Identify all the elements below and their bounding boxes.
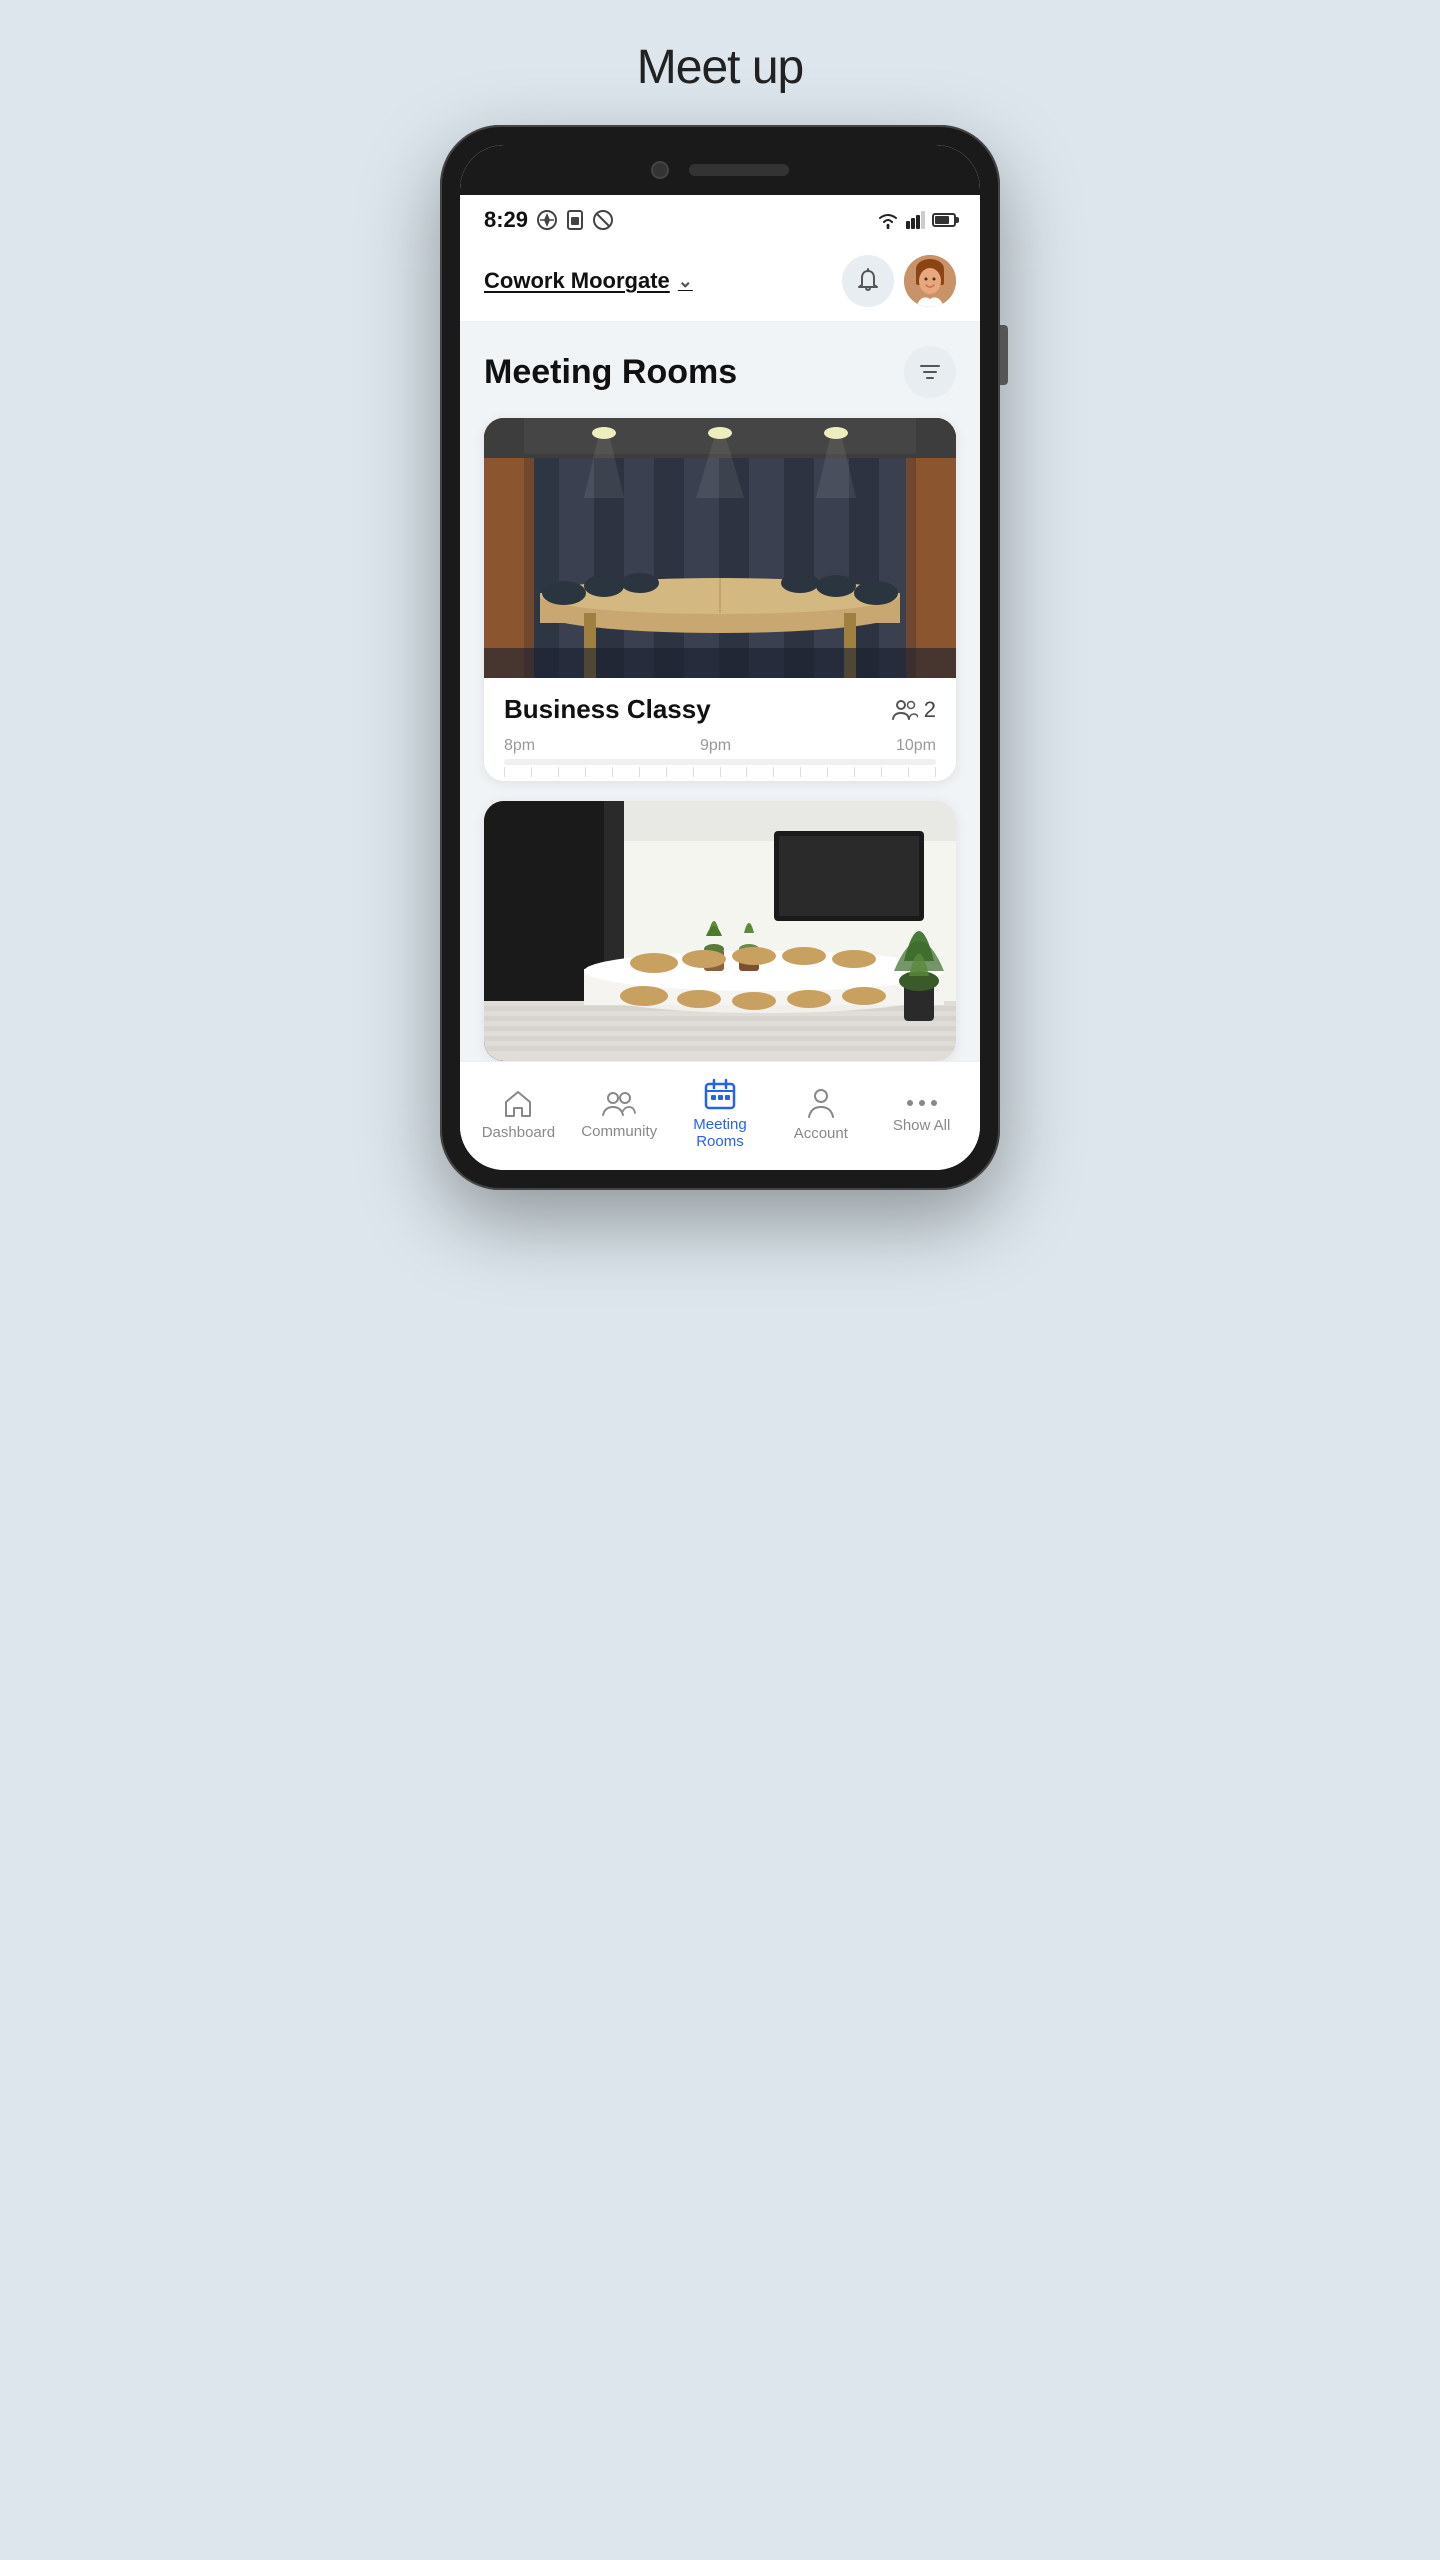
room-name-row-1: Business Classy 2 — [504, 694, 936, 725]
time-label-10pm: 10pm — [896, 737, 936, 755]
people-icon-1 — [892, 699, 918, 721]
filter-icon — [918, 360, 942, 384]
person-icon — [807, 1087, 835, 1119]
battery-icon — [932, 213, 956, 227]
chevron-down-icon: ⌄ — [678, 271, 693, 292]
phone-screen: 8:29 — [460, 145, 980, 1170]
filter-button[interactable] — [904, 346, 956, 398]
timeline-labels-1: 8pm 9pm 10pm — [504, 737, 936, 755]
app-header: Cowork Moorgate ⌄ — [460, 241, 980, 322]
signal-icon — [906, 211, 926, 229]
room-svg-2 — [484, 801, 956, 1061]
nav-item-community[interactable]: Community — [569, 1089, 670, 1140]
phone-frame: 8:29 — [440, 125, 1000, 1190]
meeting-rooms-label: MeetingRooms — [693, 1116, 746, 1150]
status-time: 8:29 — [484, 207, 528, 233]
room-card-2[interactable] — [484, 801, 956, 1061]
content-area: Meeting Rooms — [460, 322, 980, 1061]
room-svg-1 — [484, 418, 956, 678]
account-label: Account — [794, 1125, 848, 1142]
section-title: Meeting Rooms — [484, 353, 737, 392]
nav-item-meeting-rooms[interactable]: MeetingRooms — [670, 1078, 771, 1150]
time-label-8pm: 8pm — [504, 737, 535, 755]
room-image-1 — [484, 418, 956, 678]
avatar-image — [904, 255, 956, 307]
nav-item-dashboard[interactable]: Dashboard — [468, 1088, 569, 1141]
calendar-icon — [704, 1078, 736, 1110]
camera — [651, 161, 669, 179]
sim-icon — [566, 209, 584, 231]
section-header: Meeting Rooms — [484, 346, 956, 398]
home-icon — [502, 1088, 534, 1118]
speaker — [689, 164, 789, 176]
block-icon — [592, 209, 614, 231]
data-status-icon — [536, 209, 558, 231]
status-right — [876, 211, 956, 229]
bottom-nav: Dashboard Community — [460, 1061, 980, 1170]
bell-icon — [855, 268, 881, 294]
community-label: Community — [581, 1123, 657, 1140]
room-info-1: Business Classy 2 — [484, 678, 956, 781]
status-left: 8:29 — [484, 207, 614, 233]
status-bar: 8:29 — [460, 195, 980, 241]
header-actions — [842, 255, 956, 307]
notification-button[interactable] — [842, 255, 894, 307]
avatar-svg — [904, 255, 956, 307]
room-image-2 — [484, 801, 956, 1061]
phone-top-bar — [460, 145, 980, 195]
room-card-1[interactable]: Business Classy 2 — [484, 418, 956, 781]
timeline-1: 8pm 9pm 10pm — [504, 737, 936, 765]
nav-item-account[interactable]: Account — [770, 1087, 871, 1142]
room-name-1: Business Classy — [504, 694, 711, 725]
user-avatar-button[interactable] — [904, 255, 956, 307]
location-name: Cowork Moorgate — [484, 268, 670, 294]
app-title: Meet up — [637, 40, 803, 95]
more-icon — [906, 1095, 938, 1111]
nav-item-show-all[interactable]: Show All — [871, 1095, 972, 1134]
location-selector[interactable]: Cowork Moorgate ⌄ — [484, 268, 693, 294]
community-icon — [601, 1089, 637, 1117]
wifi-icon — [876, 211, 900, 229]
show-all-label: Show All — [893, 1117, 951, 1134]
room-capacity-1: 2 — [892, 697, 936, 723]
dashboard-label: Dashboard — [482, 1124, 555, 1141]
time-label-9pm: 9pm — [700, 737, 731, 755]
timeline-bar-1 — [504, 759, 936, 765]
capacity-number-1: 2 — [924, 697, 936, 723]
